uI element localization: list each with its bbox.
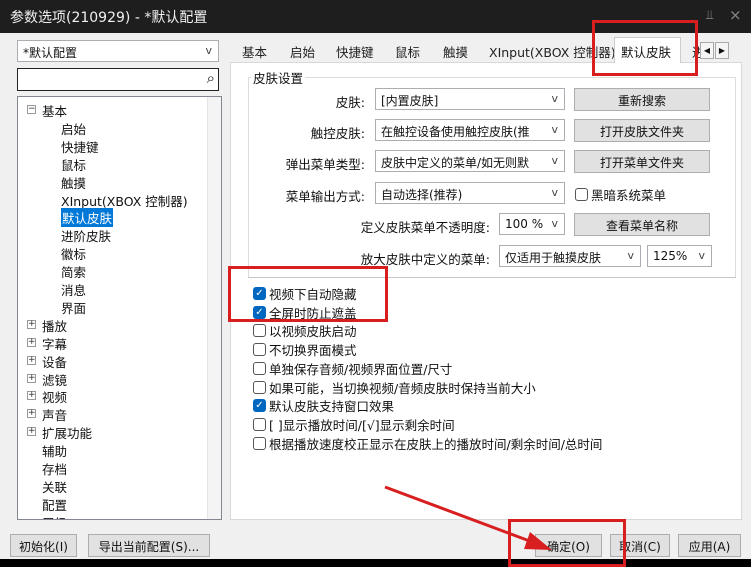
annotation-arrow-icon <box>0 0 751 564</box>
